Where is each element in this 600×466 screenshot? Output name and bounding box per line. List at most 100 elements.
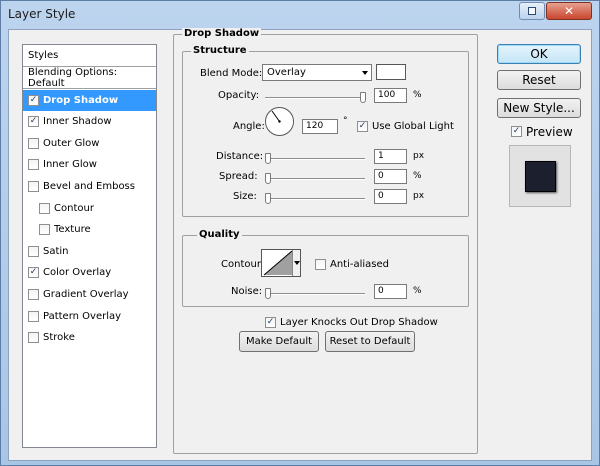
close-icon: ✕ <box>563 4 575 18</box>
preview-swatch <box>525 161 556 192</box>
make-default-button[interactable]: Make Default <box>239 331 319 352</box>
style-item-checkbox[interactable] <box>39 224 50 236</box>
reset-button[interactable]: Reset <box>497 70 581 90</box>
style-item-bevel-and-emboss[interactable]: Bevel and Emboss <box>23 176 156 197</box>
close-button[interactable]: ✕ <box>546 2 592 20</box>
angle-needle-icon <box>271 110 281 123</box>
distance-slider[interactable] <box>265 153 365 164</box>
angle-input[interactable]: 120 <box>302 119 338 134</box>
knockout-checkbox[interactable]: ✓ <box>265 317 276 328</box>
structure-title: Structure <box>191 45 249 56</box>
spread-input[interactable]: 0 <box>374 169 407 184</box>
shadow-color-swatch[interactable] <box>376 64 406 80</box>
style-item-stroke[interactable]: Stroke <box>23 327 156 348</box>
preview-thumbnail <box>509 145 571 207</box>
drop-shadow-title: Drop Shadow <box>182 28 262 39</box>
new-style-button[interactable]: New Style... <box>497 98 581 118</box>
style-item-label: Contour <box>54 202 94 214</box>
noise-slider-thumb[interactable] <box>265 288 271 299</box>
style-item-label: Bevel and Emboss <box>43 181 135 192</box>
quality-group: Quality Contour: Anti-aliased Noise: 0 % <box>182 229 469 307</box>
anti-aliased-checkbox[interactable] <box>315 259 326 270</box>
window-title: Layer Style <box>8 7 76 21</box>
blend-mode-label: Blend Mode: <box>200 68 263 79</box>
style-item-inner-shadow[interactable]: ✓ Inner Shadow <box>23 111 156 132</box>
style-item-blending-options-default[interactable]: Blending Options: Default <box>23 67 156 89</box>
style-item-checkbox[interactable] <box>28 159 39 171</box>
opacity-slider-thumb[interactable] <box>360 92 366 103</box>
angle-dial[interactable] <box>265 107 294 136</box>
styles-list: Styles Blending Options: Default ✓ Drop Sh… <box>22 44 157 448</box>
style-item-label: Stroke <box>43 332 75 344</box>
style-item-outer-glow[interactable]: Outer Glow <box>23 133 156 154</box>
style-item-color-overlay[interactable]: ✓ Color Overlay <box>23 262 156 283</box>
distance-label: Distance: <box>216 151 264 162</box>
style-item-satin[interactable]: Satin <box>23 241 156 262</box>
style-item-checkbox[interactable]: ✓ <box>28 94 39 106</box>
style-item-checkbox[interactable] <box>28 332 39 344</box>
style-item-pattern-overlay[interactable]: Pattern Overlay <box>23 306 156 327</box>
style-item-label: Inner Glow <box>43 159 97 171</box>
opacity-input[interactable]: 100 <box>374 88 407 103</box>
blend-mode-select[interactable]: Overlay <box>262 64 372 81</box>
use-global-light-label: Use Global Light <box>372 121 454 132</box>
use-global-light-checkbox[interactable]: ✓ <box>357 121 368 132</box>
noise-label: Noise: <box>231 286 263 297</box>
style-item-checkbox[interactable]: ✓ <box>28 267 39 279</box>
distance-unit: px <box>413 151 425 161</box>
help-button[interactable] <box>519 2 545 20</box>
style-item-contour[interactable]: Contour <box>23 198 156 219</box>
opacity-unit: % <box>413 90 422 100</box>
quality-title: Quality <box>197 229 242 240</box>
style-item-checkbox[interactable] <box>28 310 39 322</box>
style-item-gradient-overlay[interactable]: Gradient Overlay <box>23 284 156 305</box>
size-slider-thumb[interactable] <box>265 193 271 204</box>
style-item-checkbox[interactable]: ✓ <box>28 116 39 128</box>
distance-slider-thumb[interactable] <box>265 153 271 164</box>
contour-label: Contour: <box>221 259 265 270</box>
noise-input[interactable]: 0 <box>374 284 407 299</box>
contour-picker[interactable] <box>261 249 301 277</box>
knockout-label: Layer Knocks Out Drop Shadow <box>280 317 438 328</box>
title-bar[interactable]: Layer Style ✕ <box>1 1 599 29</box>
noise-unit: % <box>413 286 422 296</box>
layer-style-window: Layer Style ✕ Styles Blending Options: D… <box>0 0 600 466</box>
styles-list-header: Styles <box>23 45 156 67</box>
spread-slider[interactable] <box>265 173 365 184</box>
chevron-down-icon <box>294 261 300 265</box>
size-label: Size: <box>233 191 257 202</box>
size-input[interactable]: 0 <box>374 189 407 204</box>
style-item-checkbox[interactable] <box>28 137 39 149</box>
drop-shadow-panel: Drop Shadow Structure Blend Mode: Overla… <box>173 28 478 454</box>
size-slider[interactable] <box>265 193 365 204</box>
preview-checkbox[interactable]: ✓ <box>511 126 522 137</box>
angle-unit: ° <box>343 116 348 126</box>
style-item-texture[interactable]: Texture <box>23 219 156 240</box>
spread-slider-thumb[interactable] <box>265 173 271 184</box>
distance-input[interactable]: 1 <box>374 149 407 164</box>
spread-label: Spread: <box>219 171 258 182</box>
contour-dropdown-button[interactable] <box>292 250 300 276</box>
ok-button[interactable]: OK <box>497 44 581 64</box>
style-item-label: Drop Shadow <box>43 94 119 106</box>
style-item-label: Gradient Overlay <box>43 289 129 300</box>
spread-unit: % <box>413 171 422 181</box>
opacity-label: Opacity: <box>218 90 260 101</box>
noise-slider[interactable] <box>265 288 365 299</box>
contour-curve-icon <box>263 250 293 276</box>
preview-label: Preview <box>526 125 573 139</box>
reset-to-default-button[interactable]: Reset to Default <box>325 331 415 352</box>
opacity-slider[interactable] <box>265 92 366 103</box>
blend-mode-value: Overlay <box>267 67 306 78</box>
style-item-inner-glow[interactable]: Inner Glow <box>23 154 156 175</box>
style-item-checkbox[interactable] <box>28 289 39 300</box>
style-item-label: Color Overlay <box>43 267 112 279</box>
style-item-label: Inner Shadow <box>43 116 112 128</box>
style-item-label: Pattern Overlay <box>43 310 122 322</box>
chevron-down-icon <box>362 71 368 75</box>
style-item-checkbox[interactable] <box>28 181 39 192</box>
style-item-checkbox[interactable] <box>28 245 39 257</box>
style-item-checkbox[interactable] <box>39 202 50 214</box>
dialog-client-area: Styles Blending Options: Default ✓ Drop Sh… <box>8 28 592 461</box>
style-item-drop-shadow[interactable]: ✓ Drop Shadow <box>23 89 156 111</box>
